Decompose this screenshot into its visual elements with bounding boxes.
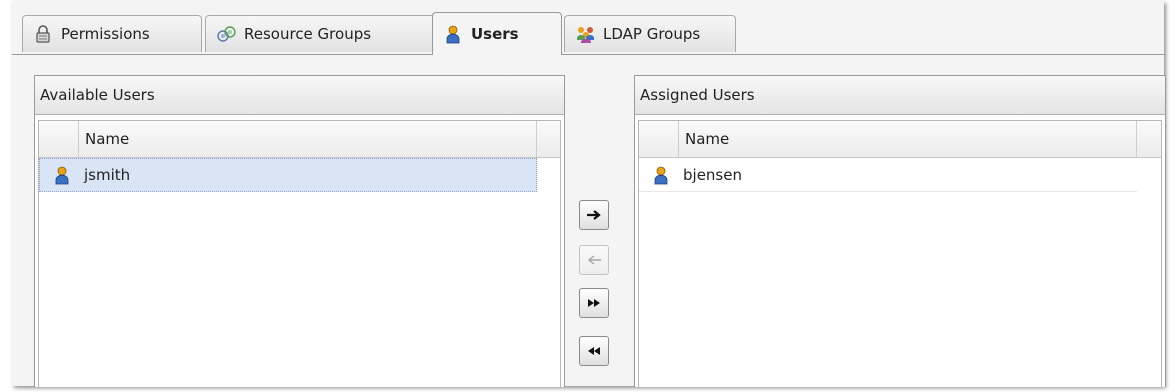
tab-resource-groups-label: Resource Groups — [244, 25, 372, 43]
user-name: jsmith — [84, 166, 131, 184]
tab-users[interactable]: Users — [432, 12, 562, 55]
list-item[interactable]: bjensen — [639, 158, 1137, 192]
lock-icon — [33, 24, 53, 44]
user-icon — [443, 24, 463, 44]
list-item[interactable]: jsmith — [39, 158, 537, 192]
filler-column-header — [1137, 121, 1161, 157]
tab-ldap-groups-label: LDAP Groups — [603, 25, 701, 43]
arrow-left-icon — [587, 255, 601, 265]
tab-users-label: Users — [471, 25, 519, 43]
remove-button[interactable] — [579, 245, 609, 275]
tab-ldap-groups[interactable]: LDAP Groups — [564, 15, 736, 52]
double-arrow-left-icon — [588, 347, 600, 355]
filler-column-header — [537, 121, 560, 157]
double-arrow-right-icon — [588, 299, 600, 307]
assigned-users-title: Assigned Users — [635, 76, 1165, 115]
assigned-users-list: Assigned Users Name bjensen — [634, 75, 1166, 387]
add-all-button[interactable] — [579, 288, 609, 318]
assigned-users-grid[interactable]: Name bjensen — [638, 120, 1162, 387]
name-column-header[interactable]: Name — [79, 121, 537, 157]
tab-permissions[interactable]: Permissions — [22, 15, 202, 52]
resource-groups-icon — [216, 24, 236, 44]
role-editor-frame: Permissions Resource Groups Users LDAP G… — [12, 0, 1166, 387]
users-tab-panel: Available Users Name jsmith Assigned Use… — [12, 54, 1166, 387]
user-name: bjensen — [683, 165, 742, 184]
available-users-grid[interactable]: Name jsmith — [38, 120, 561, 387]
tab-resource-groups[interactable]: Resource Groups — [205, 15, 438, 52]
icon-column-header — [39, 121, 79, 157]
name-column-header[interactable]: Name — [679, 121, 1137, 157]
user-icon — [654, 166, 668, 184]
arrow-right-icon — [587, 210, 601, 220]
tab-bar: Permissions Resource Groups Users LDAP G… — [12, 0, 1164, 55]
add-button[interactable] — [579, 200, 609, 230]
ldap-groups-icon — [575, 24, 595, 44]
tab-permissions-label: Permissions — [61, 25, 150, 43]
available-users-list: Available Users Name jsmith — [34, 75, 565, 387]
remove-all-button[interactable] — [579, 336, 609, 366]
available-users-title: Available Users — [35, 76, 564, 115]
user-icon — [55, 166, 69, 185]
icon-column-header — [639, 121, 679, 157]
available-users-header: Name — [39, 121, 560, 158]
assigned-users-header: Name — [639, 121, 1161, 158]
